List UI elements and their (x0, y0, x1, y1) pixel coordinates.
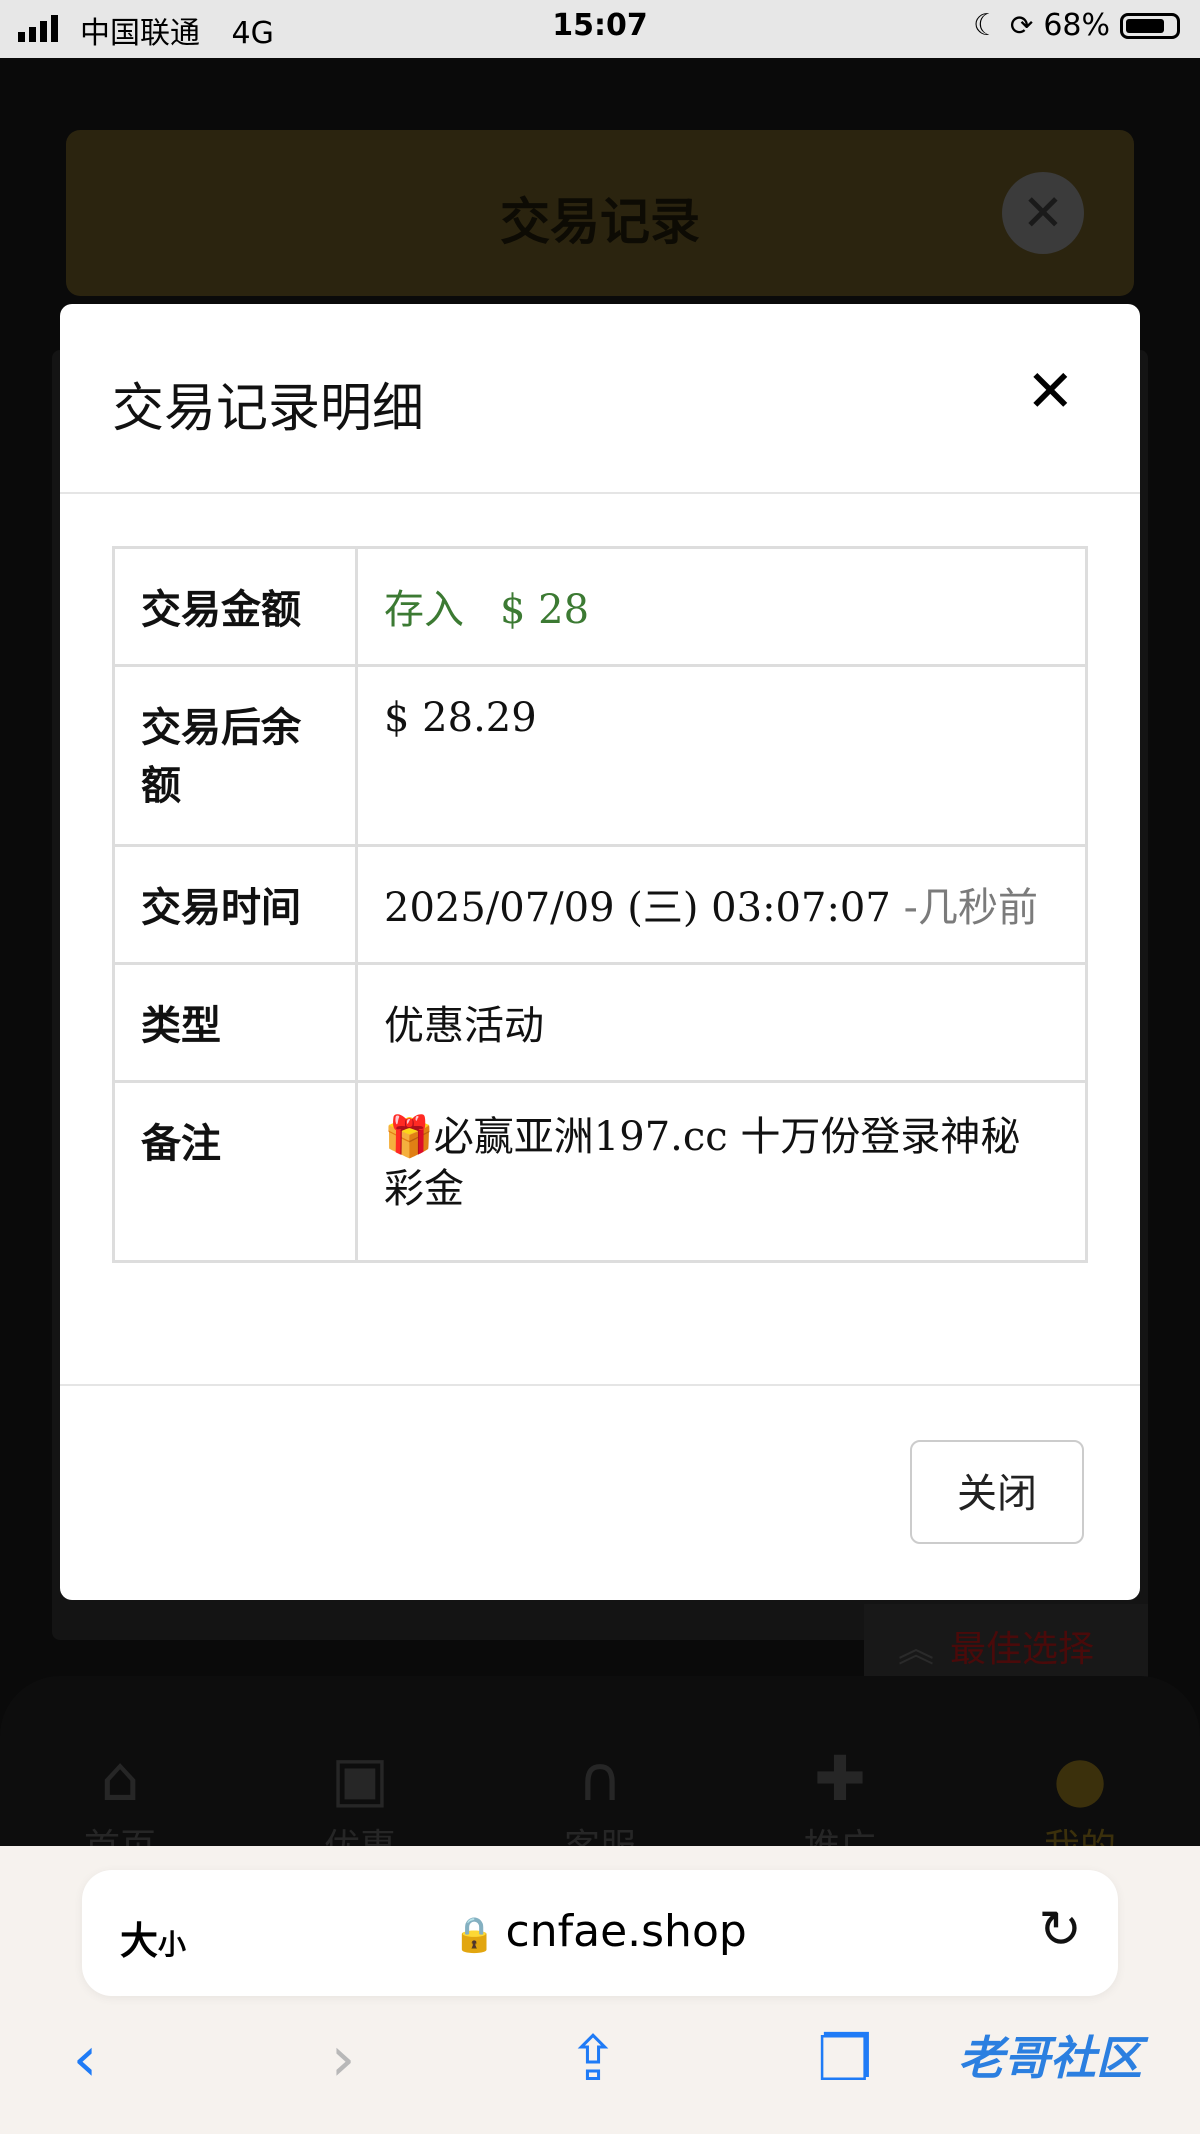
battery-percent: 68% (1043, 8, 1110, 43)
close-button[interactable]: 关闭 (910, 1440, 1084, 1544)
share-icon[interactable]: ⇪ (548, 2022, 638, 2095)
row-value: $ 28.29 (355, 664, 1088, 847)
headphones-icon: ∩ (577, 1742, 623, 1815)
close-icon[interactable]: ✕ (1026, 362, 1075, 420)
user-icon: ● (1052, 1742, 1108, 1815)
battery-icon (1120, 12, 1180, 39)
orientation-lock-icon: ⟳ (1009, 9, 1034, 42)
row-value: 2025/07/09 (三) 03:07:07 -几秒前 (355, 844, 1088, 965)
lock-icon: 🔒 (453, 1915, 496, 1955)
url-display[interactable]: 🔒 cnfae.shop (82, 1906, 1118, 1957)
chevron-up-icon: ︽ (898, 1629, 935, 1670)
row-value: 优惠活动 (355, 962, 1088, 1083)
table-row: 备注 🎁必赢亚洲197.cc 十万份登录神秘彩金 (112, 1080, 1088, 1263)
modal-header-divider (60, 492, 1140, 494)
row-value: 存入 $ 28 (355, 546, 1088, 667)
bookmarks-icon[interactable]: ❐ (800, 2022, 890, 2095)
table-row: 类型 优惠活动 (112, 962, 1088, 1083)
row-label: 备注 (112, 1080, 358, 1263)
url-text: cnfae.shop (505, 1906, 747, 1957)
back-icon[interactable]: ‹ (40, 2022, 130, 2095)
table-row: 交易后余额 $ 28.29 (112, 664, 1088, 847)
row-value: 🎁必赢亚洲197.cc 十万份登录神秘彩金 (355, 1080, 1088, 1263)
browser-chrome: 大小 🔒 cnfae.shop ↻ ‹ › ⇪ ❐ 老哥社区 (0, 1846, 1200, 2134)
table-row: 交易时间 2025/07/09 (三) 03:07:07 -几秒前 (112, 844, 1088, 965)
best-choice-label: 最佳选择 (950, 1629, 1095, 1670)
status-bar: 中国联通 4G 15:07 ☾ ⟳ 68% (0, 0, 1200, 58)
row-label: 类型 (112, 962, 358, 1083)
record-header: 交易记录 ✕ (66, 130, 1134, 296)
row-label: 交易后余额 (112, 664, 358, 847)
forward-icon[interactable]: › (298, 2022, 388, 2095)
detail-table: 交易金额 存入 $ 28 交易后余额 $ 28.29 交易时间 2025/07/0… (112, 546, 1088, 1263)
address-bar[interactable]: 大小 🔒 cnfae.shop ↻ (82, 1870, 1118, 1996)
transaction-time: 2025/07/09 (三) 03:07:07 (384, 885, 891, 931)
deposit-type: 存入 (384, 587, 464, 633)
moon-icon: ☾ (972, 8, 1000, 43)
relative-time: -几秒前 (890, 885, 1038, 931)
modal-footer-divider (60, 1384, 1140, 1386)
header-close-icon[interactable]: ✕ (1002, 172, 1084, 254)
gift-icon: ▣ (330, 1742, 390, 1815)
modal-title: 交易记录明细 (112, 379, 425, 439)
row-label: 交易金额 (112, 546, 358, 667)
transaction-detail-modal: 交易记录明细 ✕ 交易金额 存入 $ 28 交易后余额 $ 28.29 交易时间 … (60, 304, 1140, 1600)
reload-icon[interactable]: ↻ (1038, 1900, 1082, 1960)
page-title: 交易记录 (500, 193, 700, 251)
deposit-amount: $ 28 (500, 587, 590, 633)
add-user-icon: ✚ (814, 1742, 866, 1815)
table-row: 交易金额 存入 $ 28 (112, 546, 1088, 667)
watermark-logo: 老哥社区 (958, 2031, 1142, 2085)
home-icon: ⌂ (100, 1742, 140, 1815)
row-label: 交易时间 (112, 844, 358, 965)
status-right: ☾ ⟳ 68% (973, 8, 1180, 43)
